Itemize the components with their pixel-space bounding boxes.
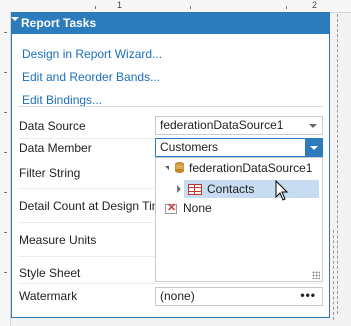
divider — [18, 283, 323, 284]
data-member-dropdown: federationDataSource1 Contacts ✕ None — [155, 157, 323, 282]
data-member-select[interactable]: Customers — [155, 138, 323, 157]
measure-units-label: Measure Units — [19, 233, 97, 247]
design-in-report-wizard-link[interactable]: Design in Report Wizard... — [22, 43, 162, 66]
watermark-field[interactable]: (none) ••• — [155, 287, 323, 306]
tree-item-federationdatasource1[interactable]: federationDataSource1 — [189, 159, 312, 177]
edit-and-reorder-bands-link[interactable]: Edit and Reorder Bands... — [22, 66, 162, 89]
chevron-down-icon — [309, 124, 317, 128]
dropdown-button[interactable] — [305, 138, 323, 157]
watermark-label: Watermark — [19, 289, 78, 303]
ruler-tick — [4, 152, 7, 153]
watermark-value: (none) — [160, 289, 195, 303]
ruler-tick — [286, 6, 287, 9]
ruler-tick — [190, 6, 191, 9]
ruler-tick — [4, 32, 7, 33]
vertical-ruler — [0, 12, 11, 326]
detail-count-label: Detail Count at Design Time — [19, 199, 169, 213]
data-source-label: Data Source — [19, 119, 86, 133]
none-icon: ✕ — [165, 202, 177, 214]
ruler-tick — [4, 232, 7, 233]
chevron-down-icon — [310, 146, 318, 150]
divider — [18, 106, 323, 107]
mouse-cursor-icon — [275, 180, 289, 201]
tree-item-none[interactable]: None — [183, 199, 212, 217]
ruler-tick — [4, 192, 7, 193]
expand-arrow-icon[interactable] — [177, 185, 181, 193]
data-source-value: federationDataSource1 — [160, 118, 284, 132]
filter-string-label: Filter String — [19, 166, 81, 180]
resize-grip-icon[interactable] — [312, 271, 320, 279]
data-member-value: Customers — [160, 140, 219, 154]
ruler-mark-2: 2 — [312, 0, 318, 10]
ruler-tick — [4, 112, 7, 113]
table-icon — [188, 184, 202, 195]
ellipsis-button[interactable]: ••• — [300, 287, 316, 304]
report-tasks-panel: Report Tasks Design in Report Wizard... … — [11, 12, 330, 318]
ruler-tick — [4, 272, 7, 273]
collapse-arrow-icon[interactable] — [11, 17, 19, 21]
ruler-mark-1: 1 — [117, 0, 123, 10]
edit-bindings-link[interactable]: Edit Bindings... — [22, 89, 162, 112]
expand-arrow-icon[interactable] — [165, 166, 169, 170]
report-margin-line — [333, 230, 334, 320]
ruler-tick — [4, 72, 7, 73]
data-source-select[interactable]: federationDataSource1 — [155, 116, 323, 135]
style-sheet-label: Style Sheet — [19, 266, 81, 280]
task-links: Design in Report Wizard... Edit and Reor… — [22, 43, 162, 112]
panel-title: Report Tasks — [21, 16, 97, 30]
data-member-label: Data Member — [19, 141, 92, 155]
database-icon — [175, 162, 184, 173]
ruler-tick — [95, 6, 96, 9]
tree-item-contacts[interactable]: Contacts — [207, 180, 254, 198]
report-margin-line — [337, 14, 338, 314]
panel-header: Report Tasks — [11, 13, 329, 34]
